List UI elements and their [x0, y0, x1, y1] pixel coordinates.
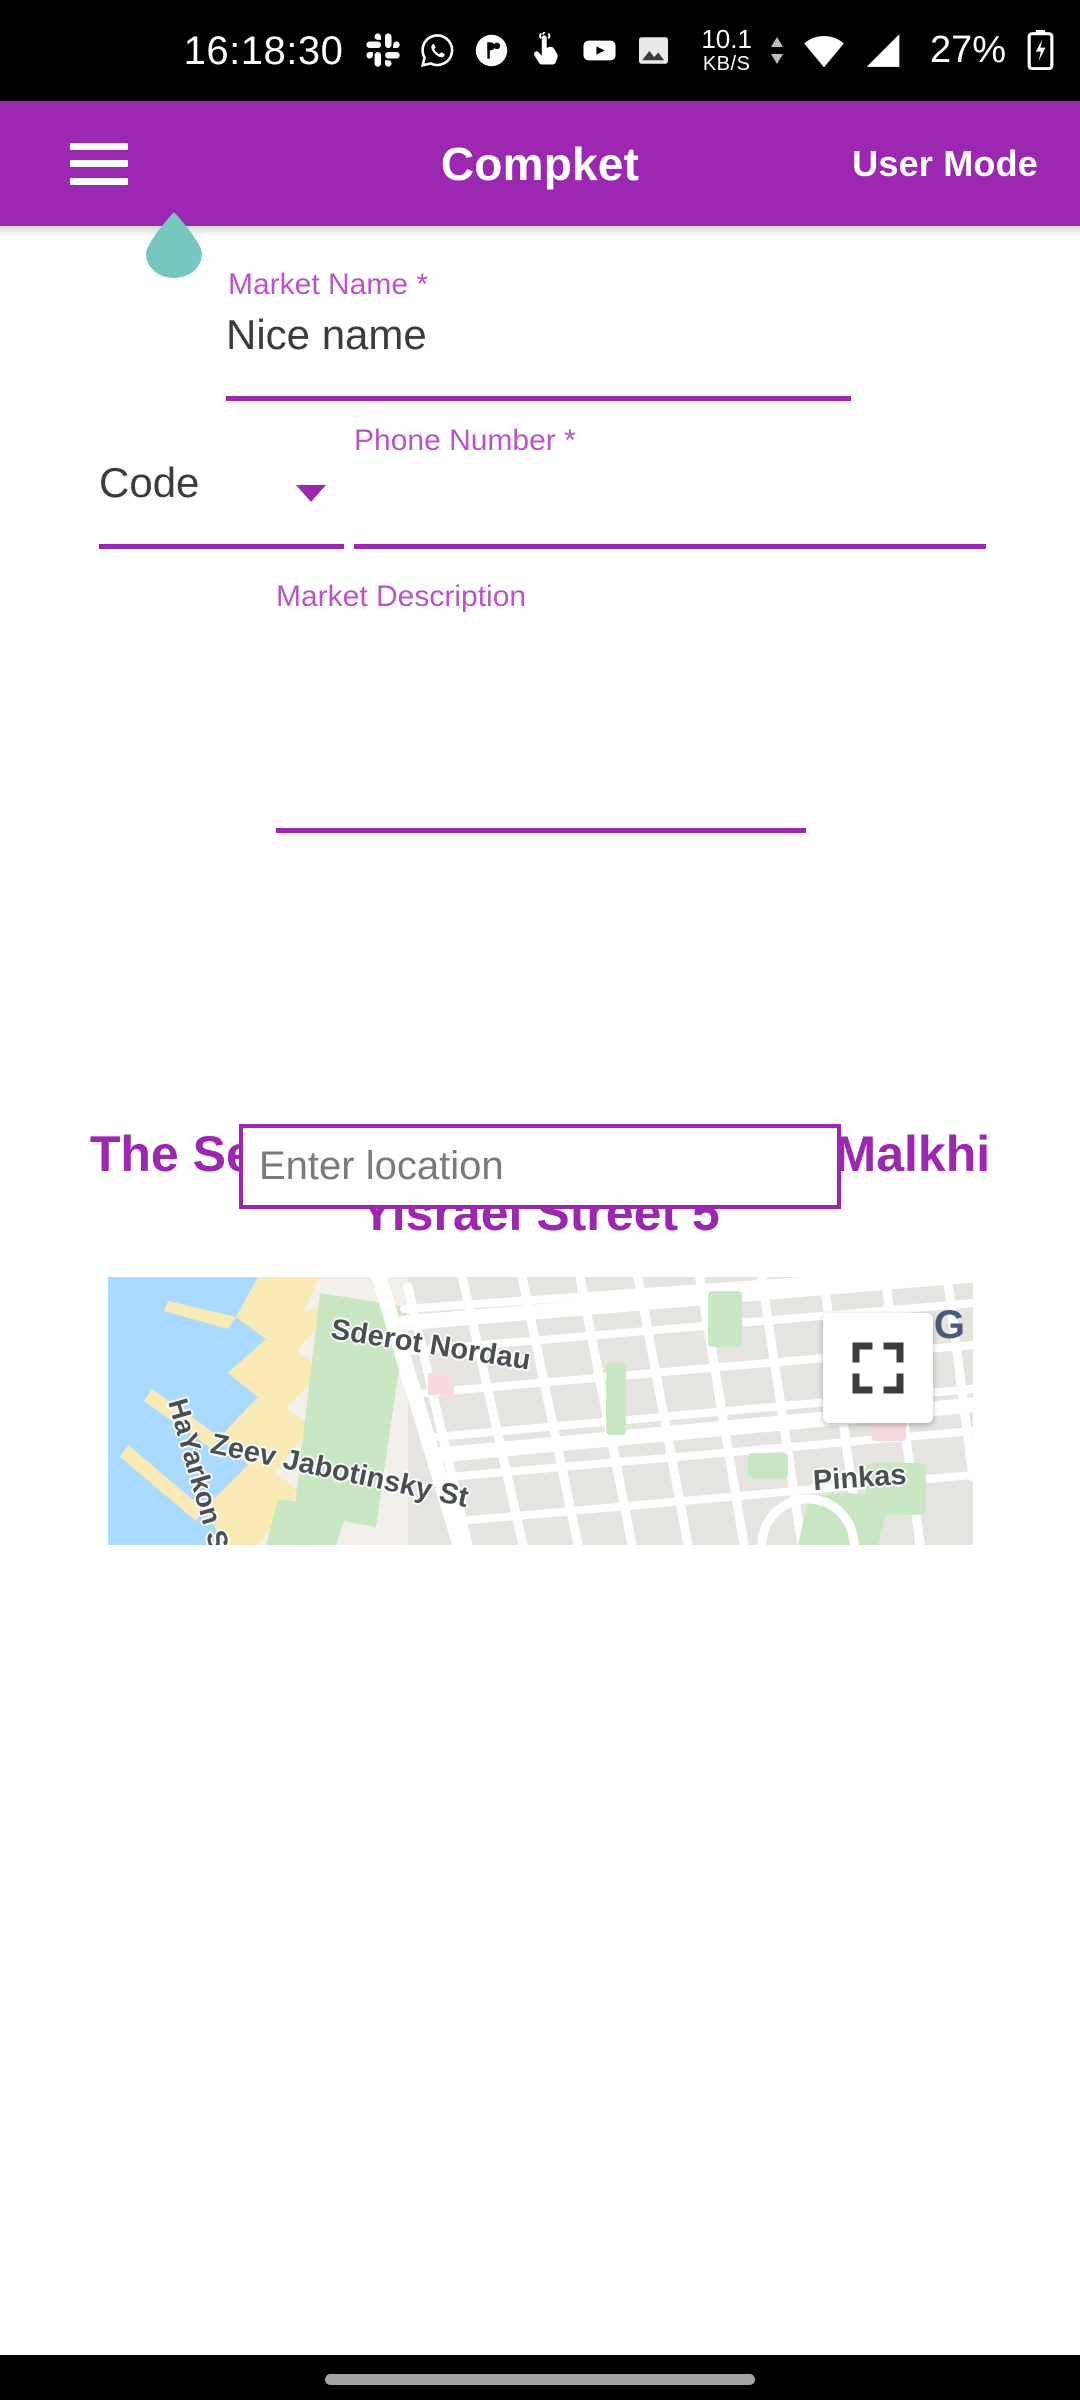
circle-app-icon	[476, 34, 508, 67]
gallery-icon	[639, 37, 669, 64]
gesture-home-handle[interactable]	[325, 2374, 755, 2385]
market-description-input[interactable]	[276, 626, 806, 816]
cellular-signal-icon	[866, 34, 900, 67]
wifi-icon	[804, 35, 844, 68]
phone-number-label: Phone Number *	[354, 424, 576, 457]
touch-hand-icon	[534, 31, 558, 65]
chevron-down-icon[interactable]	[294, 482, 328, 504]
location-search-input[interactable]	[239, 1124, 841, 1209]
market-name-underline	[226, 396, 851, 401]
market-description-underline	[276, 828, 806, 833]
google-logo-mark: G	[933, 1303, 965, 1347]
map-preview[interactable]: G Sderot Nordau HaYarkon St Zeev Jabotin…	[108, 1277, 973, 1545]
youtube-icon	[583, 40, 616, 61]
network-speed-indicator: 10.1 KB/S	[701, 24, 752, 75]
status-bar-notification-icons: 10.1 KB/S 27%	[365, 26, 1054, 74]
battery-percent-label: 27%	[929, 29, 1006, 72]
fullscreen-expand-icon	[852, 1342, 904, 1394]
market-description-label: Market Description	[276, 580, 527, 613]
network-speed-unit: KB/S	[702, 52, 751, 75]
map-fullscreen-button[interactable]	[823, 1313, 933, 1423]
status-bar-clock: 16:18:30	[183, 28, 344, 73]
user-mode-button[interactable]: User Mode	[852, 143, 1038, 185]
whatsapp-icon	[421, 34, 454, 68]
network-speed-value: 10.1	[701, 24, 752, 55]
phone-number-underline	[354, 544, 986, 549]
app-bar: Compket User Mode	[0, 101, 1080, 226]
country-code-select[interactable]: Code	[99, 459, 199, 507]
teal-droplet-marker-icon	[146, 212, 202, 278]
country-code-underline	[99, 544, 344, 549]
data-transfer-arrows-icon	[769, 36, 785, 64]
battery-charging-icon	[1027, 30, 1054, 71]
system-navigation-bar	[0, 2355, 1080, 2400]
market-name-label: Market Name *	[228, 268, 429, 301]
market-name-input[interactable]: Nice name	[226, 311, 427, 359]
status-bar: 16:18:30 10.1 KB/S 27%	[0, 0, 1080, 101]
slack-icon	[366, 33, 401, 67]
